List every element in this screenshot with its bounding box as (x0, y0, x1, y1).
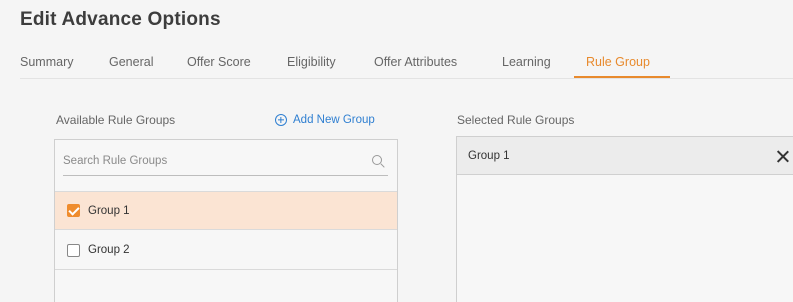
tab-offer-score[interactable]: Offer Score (187, 55, 251, 69)
search-icon[interactable] (372, 155, 382, 165)
selected-item-label: Group 1 (468, 149, 510, 162)
checkbox-checked-icon[interactable] (67, 204, 80, 217)
list-item-label: Group 1 (88, 204, 130, 217)
selected-rule-groups-panel: Group 1 (456, 136, 793, 302)
checkbox-unchecked-icon[interactable] (67, 243, 80, 257)
add-circle-icon (275, 114, 287, 126)
selected-rule-groups-label: Selected Rule Groups (457, 113, 575, 127)
search-box (63, 148, 388, 176)
tab-offer-attributes[interactable]: Offer Attributes (374, 55, 457, 69)
tab-rule-group[interactable]: Rule Group (586, 55, 650, 69)
list-item-label: Group 2 (88, 244, 130, 256)
available-rule-groups-label: Available Rule Groups (56, 113, 176, 127)
search-input[interactable] (63, 148, 363, 174)
tab-summary[interactable]: Summary (20, 55, 73, 69)
available-rule-groups-panel: Group 1 Group 2 (54, 139, 398, 302)
close-icon[interactable] (776, 150, 789, 163)
tab-general[interactable]: General (109, 55, 153, 69)
add-new-group-button[interactable]: Add New Group (275, 114, 375, 126)
list-item-group-2[interactable]: Group 2 (55, 231, 397, 270)
tab-divider (20, 78, 793, 79)
add-new-group-label: Add New Group (293, 114, 375, 126)
tab-eligibility[interactable]: Eligibility (287, 55, 336, 69)
tab-bar: Summary General Offer Score Eligibility … (0, 0, 793, 80)
list-item-group-1[interactable]: Group 1 (55, 191, 397, 230)
tab-learning[interactable]: Learning (502, 55, 551, 69)
selected-item-group-1: Group 1 (457, 137, 793, 175)
